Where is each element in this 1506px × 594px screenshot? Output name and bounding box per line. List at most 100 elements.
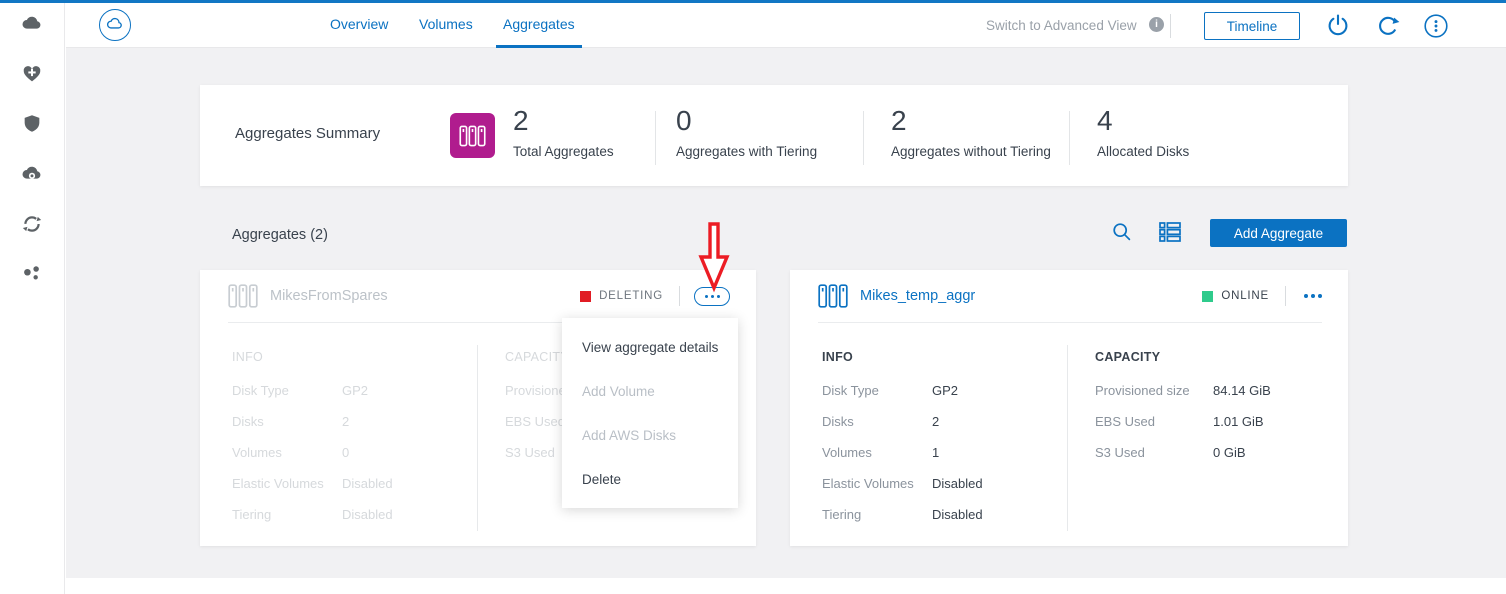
row-value: 0 <box>342 445 349 461</box>
info-column: INFO Disk TypeGP2 Disks2 Volumes0 Elasti… <box>232 350 477 538</box>
share-nodes-icon[interactable] <box>21 264 43 286</box>
heart-plus-icon[interactable] <box>21 63 43 85</box>
kebab-menu-icon[interactable] <box>1423 13 1449 39</box>
row-value: Disabled <box>932 507 983 523</box>
info-row: Disk TypeGP2 <box>822 383 1067 399</box>
info-row: TieringDisabled <box>232 507 477 523</box>
column-divider <box>1067 345 1068 531</box>
timeline-button[interactable]: Timeline <box>1204 12 1300 40</box>
cloud-logo-icon <box>105 15 125 35</box>
capacity-row: S3 Used0 GiB <box>1095 445 1325 461</box>
stat-aggregates-with-tiering: 0 Aggregates with Tiering <box>676 107 817 159</box>
capacity-column: CAPACITY Provisioned size84.14 GiB EBS U… <box>1095 350 1325 476</box>
stat-allocated-disks: 4 Allocated Disks <box>1097 107 1189 159</box>
row-value: 84.14 GiB <box>1213 383 1271 399</box>
info-row: Disks2 <box>232 414 477 430</box>
card-header: MikesFromSpares DELETING <box>200 270 756 322</box>
row-label: Disk Type <box>232 383 342 399</box>
aggregates-summary-card: Aggregates Summary 2 Total Aggregates 0 … <box>200 85 1348 186</box>
status-label: ONLINE <box>1221 290 1269 302</box>
top-accent-strip <box>0 0 1506 3</box>
row-label: S3 Used <box>1095 445 1213 461</box>
info-row: Elastic VolumesDisabled <box>822 476 1067 492</box>
search-icon[interactable] <box>1112 222 1132 242</box>
row-value: Disabled <box>342 507 393 523</box>
info-row: Volumes0 <box>232 445 477 461</box>
stat-value: 4 <box>1097 107 1189 135</box>
menu-item-add-aws-disks[interactable]: Add AWS Disks <box>562 413 738 457</box>
list-view-icon[interactable] <box>1158 220 1182 244</box>
add-aggregate-button[interactable]: Add Aggregate <box>1210 219 1347 247</box>
status-label: DELETING <box>599 290 663 302</box>
aggregate-context-menu: View aggregate details Add Volume Add AW… <box>562 318 738 508</box>
row-value: 1 <box>932 445 939 461</box>
cloud-lock-icon[interactable] <box>21 163 43 185</box>
row-label: Tiering <box>232 507 342 523</box>
stat-divider <box>863 111 864 165</box>
column-divider <box>477 345 478 531</box>
row-value: GP2 <box>342 383 368 399</box>
capacity-row: Provisioned size84.14 GiB <box>1095 383 1325 399</box>
row-label: Volumes <box>232 445 342 461</box>
info-row: Disk TypeGP2 <box>232 383 477 399</box>
card-header-rule <box>818 322 1322 323</box>
active-tab-underline <box>496 45 582 48</box>
tab-volumes[interactable]: Volumes <box>419 16 473 32</box>
topbar: Overview Volumes Aggregates Switch to Ad… <box>66 3 1506 48</box>
row-value: Disabled <box>342 476 393 492</box>
shield-icon[interactable] <box>21 113 43 135</box>
card-header: Mikes_temp_aggr ONLINE <box>790 270 1348 322</box>
tab-aggregates[interactable]: Aggregates <box>503 16 575 32</box>
tab-overview[interactable]: Overview <box>330 16 388 32</box>
menu-item-add-volume[interactable]: Add Volume <box>562 369 738 413</box>
menu-item-view-aggregate-details[interactable]: View aggregate details <box>562 325 738 369</box>
status-online-square <box>1202 291 1213 302</box>
cloud-icon[interactable] <box>21 13 43 35</box>
row-label: EBS Used <box>1095 414 1213 430</box>
header-divider <box>679 286 680 306</box>
cloud-manager-aggregates-page: { "colors": { "accent": "#0b72c2", "summ… <box>0 0 1506 594</box>
stat-divider <box>655 111 656 165</box>
stat-label: Total Aggregates <box>513 144 614 159</box>
stat-total-aggregates: 2 Total Aggregates <box>513 107 614 159</box>
aggregate-disks-icon <box>228 284 258 308</box>
switch-to-advanced-view-link[interactable]: Switch to Advanced View <box>986 18 1137 33</box>
aggregate-card-mikes-temp-aggr: Mikes_temp_aggr ONLINE INFO Disk TypeGP2… <box>790 270 1348 546</box>
info-column: INFO Disk TypeGP2 Disks2 Volumes1 Elasti… <box>822 350 1067 538</box>
row-label: Tiering <box>822 507 932 523</box>
row-label: Provisioned size <box>1095 383 1213 399</box>
topbar-divider <box>1170 14 1171 38</box>
capacity-row: EBS Used1.01 GiB <box>1095 414 1325 430</box>
row-value: GP2 <box>932 383 958 399</box>
stat-divider <box>1069 111 1070 165</box>
aggregate-disks-icon <box>818 284 848 308</box>
menu-item-delete[interactable]: Delete <box>562 457 738 501</box>
stat-value: 2 <box>513 107 614 135</box>
power-icon[interactable] <box>1325 13 1351 39</box>
card-ellipsis-menu-button[interactable] <box>1304 294 1322 298</box>
row-value: 2 <box>342 414 349 430</box>
stat-label: Aggregates without Tiering <box>891 144 1051 159</box>
stat-label: Aggregates with Tiering <box>676 144 817 159</box>
refresh-icon[interactable] <box>1376 14 1400 38</box>
info-icon[interactable]: i <box>1149 17 1164 32</box>
stat-value: 0 <box>676 107 817 135</box>
row-value: 0 GiB <box>1213 445 1246 461</box>
annotation-arrow-icon <box>697 221 731 293</box>
info-row: TieringDisabled <box>822 507 1067 523</box>
info-row: Elastic VolumesDisabled <box>232 476 477 492</box>
capacity-title: CAPACITY <box>1095 350 1325 364</box>
stat-aggregates-without-tiering: 2 Aggregates without Tiering <box>891 107 1051 159</box>
stat-value: 2 <box>891 107 1051 135</box>
info-row: Disks2 <box>822 414 1067 430</box>
aggregate-name[interactable]: Mikes_temp_aggr <box>860 288 1202 304</box>
row-label: Volumes <box>822 445 932 461</box>
row-label: Elastic Volumes <box>822 476 932 492</box>
aggregates-summary-icon <box>450 113 495 158</box>
working-environment-logo[interactable] <box>99 9 131 41</box>
stat-label: Allocated Disks <box>1097 144 1189 159</box>
header-divider <box>1285 286 1286 306</box>
sync-icon[interactable] <box>21 213 43 235</box>
row-label: Disk Type <box>822 383 932 399</box>
summary-title: Aggregates Summary <box>235 125 380 142</box>
